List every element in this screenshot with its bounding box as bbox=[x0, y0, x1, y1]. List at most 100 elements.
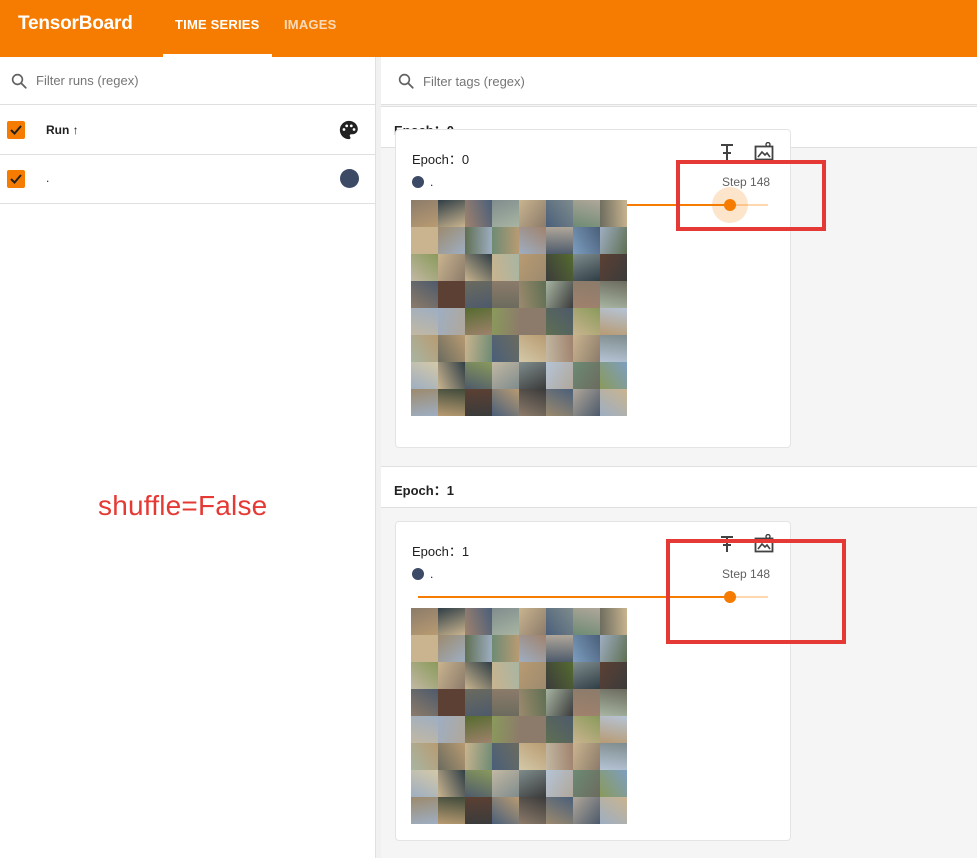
tab-images[interactable]: IMAGES bbox=[284, 17, 336, 32]
run-color-swatch[interactable] bbox=[340, 169, 359, 188]
tags-filter bbox=[381, 57, 977, 105]
run-column-header[interactable]: Run ↑ bbox=[46, 123, 79, 137]
thumbnail-image bbox=[411, 281, 438, 308]
thumbnail-image bbox=[546, 608, 573, 635]
runs-filter-input[interactable] bbox=[36, 69, 336, 91]
thumbnail-image bbox=[600, 227, 627, 254]
thumbnail-image bbox=[411, 335, 438, 362]
thumbnail-image bbox=[573, 254, 600, 281]
thumbnail-image bbox=[492, 254, 519, 281]
thumbnail-image bbox=[492, 635, 519, 662]
thumbnail-image bbox=[411, 254, 438, 281]
thumbnail-image bbox=[573, 227, 600, 254]
thumbnail-image bbox=[411, 797, 438, 824]
thumbnail-image bbox=[465, 200, 492, 227]
run-color-dot bbox=[412, 568, 424, 580]
palette-icon[interactable] bbox=[338, 119, 360, 146]
thumbnail-image bbox=[492, 662, 519, 689]
card-title: Epoch：0 bbox=[412, 152, 470, 167]
thumbnail-image bbox=[546, 200, 573, 227]
thumbnail-image bbox=[573, 608, 600, 635]
thumbnail-image bbox=[519, 335, 546, 362]
thumbnail-image bbox=[492, 716, 519, 743]
thumbnail-image bbox=[411, 635, 438, 662]
thumbnail-image bbox=[573, 635, 600, 662]
thumbnail-image bbox=[519, 635, 546, 662]
thumbnail-image bbox=[465, 308, 492, 335]
thumbnail-image bbox=[519, 770, 546, 797]
thumbnail-image bbox=[492, 743, 519, 770]
thumbnail-image bbox=[546, 635, 573, 662]
select-all-checkbox[interactable] bbox=[7, 121, 25, 139]
card-title: Epoch：1 bbox=[412, 544, 470, 559]
thumbnail-image bbox=[600, 770, 627, 797]
thumbnail-image bbox=[546, 689, 573, 716]
thumbnail-image bbox=[411, 662, 438, 689]
thumbnail-image bbox=[519, 254, 546, 281]
thumbnail-image bbox=[519, 227, 546, 254]
thumbnail-image bbox=[573, 662, 600, 689]
thumbnail-image bbox=[411, 770, 438, 797]
tab-time-series[interactable]: TIME SERIES bbox=[175, 17, 260, 32]
thumbnail-image bbox=[519, 797, 546, 824]
thumbnail-image bbox=[546, 335, 573, 362]
thumbnail-image bbox=[411, 308, 438, 335]
thumbnail-image bbox=[465, 716, 492, 743]
thumbnail-image bbox=[465, 689, 492, 716]
thumbnail-image bbox=[438, 797, 465, 824]
thumbnail-image bbox=[573, 281, 600, 308]
search-icon bbox=[10, 72, 28, 95]
run-name: . bbox=[46, 171, 50, 185]
run-checkbox[interactable] bbox=[7, 170, 25, 188]
thumbnail-image bbox=[492, 308, 519, 335]
group-header-epoch-1[interactable]: Epoch：1 bbox=[381, 466, 977, 508]
thumbnail-image bbox=[492, 227, 519, 254]
tags-filter-input[interactable] bbox=[423, 70, 823, 92]
thumbnail-image bbox=[600, 200, 627, 227]
run-row[interactable]: . bbox=[0, 155, 375, 204]
thumbnail-image bbox=[600, 254, 627, 281]
thumbnail-image bbox=[546, 308, 573, 335]
thumbnail-image bbox=[546, 797, 573, 824]
thumbnail-image bbox=[465, 797, 492, 824]
thumbnail-image bbox=[600, 335, 627, 362]
thumbnail-image bbox=[438, 389, 465, 416]
run-color-dot bbox=[412, 176, 424, 188]
thumbnail-image bbox=[546, 662, 573, 689]
thumbnail-image bbox=[438, 200, 465, 227]
runs-header-row: Run ↑ bbox=[0, 106, 375, 155]
thumbnail-image bbox=[573, 308, 600, 335]
thumbnail-image bbox=[465, 389, 492, 416]
thumbnail-image bbox=[465, 635, 492, 662]
thumbnail-image bbox=[438, 689, 465, 716]
thumbnail-image bbox=[438, 770, 465, 797]
thumbnail-image bbox=[438, 308, 465, 335]
image-grid bbox=[411, 200, 627, 416]
thumbnail-image bbox=[438, 281, 465, 308]
thumbnail-image bbox=[519, 662, 546, 689]
thumbnail-image bbox=[573, 716, 600, 743]
thumbnail-image bbox=[492, 608, 519, 635]
thumbnail-image bbox=[573, 362, 600, 389]
thumbnail-image bbox=[411, 743, 438, 770]
run-label: . bbox=[430, 175, 434, 189]
thumbnail-image bbox=[546, 281, 573, 308]
runs-sidebar: Run ↑ . shuffle=False bbox=[0, 57, 381, 858]
thumbnail-image bbox=[492, 335, 519, 362]
app-title: TensorBoard bbox=[18, 13, 133, 34]
thumbnail-image bbox=[492, 770, 519, 797]
thumbnail-image bbox=[492, 689, 519, 716]
thumbnail-image bbox=[600, 689, 627, 716]
thumbnail-image bbox=[438, 254, 465, 281]
run-label: . bbox=[430, 567, 434, 581]
thumbnail-image bbox=[519, 689, 546, 716]
thumbnail-image bbox=[546, 254, 573, 281]
thumbnail-image bbox=[546, 770, 573, 797]
thumbnail-image bbox=[438, 608, 465, 635]
thumbnail-image bbox=[573, 200, 600, 227]
thumbnail-image bbox=[600, 608, 627, 635]
thumbnail-image bbox=[546, 389, 573, 416]
thumbnail-image bbox=[438, 743, 465, 770]
search-icon bbox=[397, 72, 415, 95]
thumbnail-image bbox=[600, 389, 627, 416]
